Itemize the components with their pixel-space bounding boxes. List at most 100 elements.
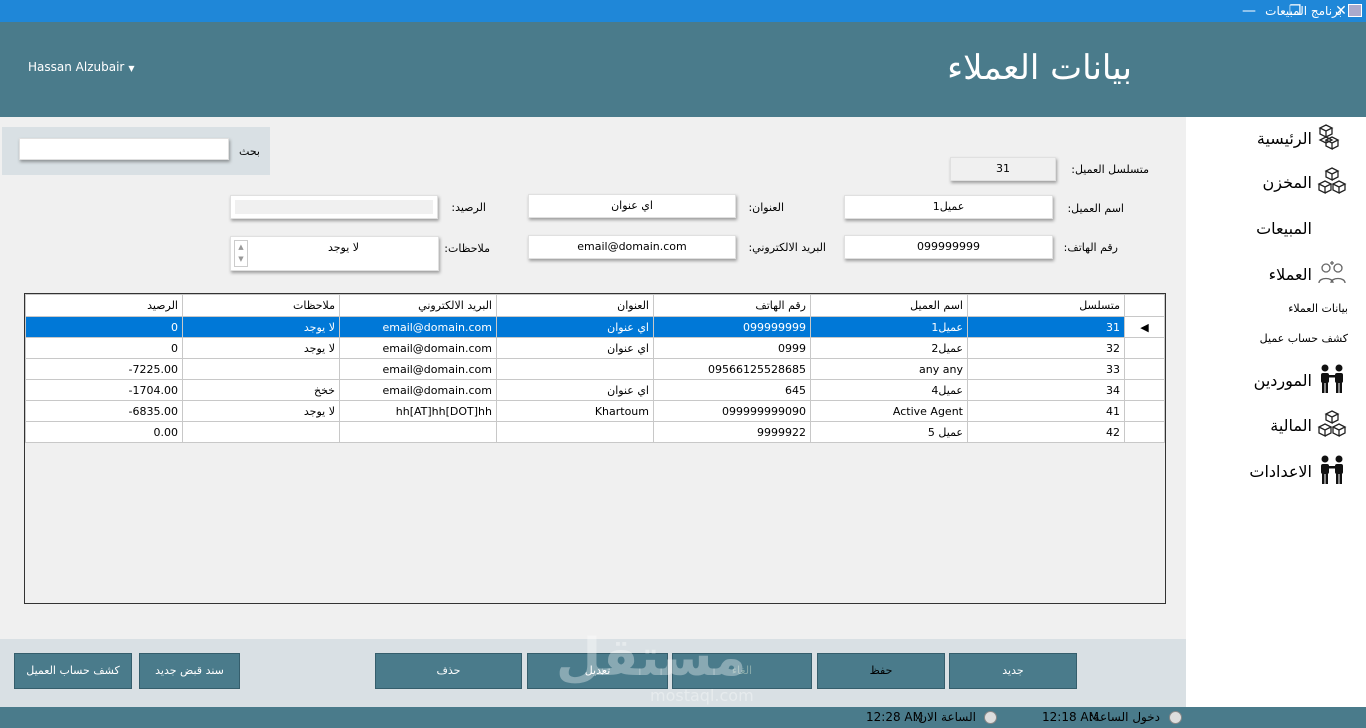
- table-cell[interactable]: عميل2: [810, 337, 968, 359]
- table-cell[interactable]: 42: [967, 421, 1125, 443]
- table-cell[interactable]: 31: [967, 316, 1125, 338]
- row-header[interactable]: [1124, 400, 1165, 422]
- user-menu[interactable]: Hassan Alzubair ▼: [28, 60, 135, 74]
- phone-field[interactable]: 099999999: [844, 235, 1053, 259]
- table-cell[interactable]: 099999999090: [653, 400, 811, 422]
- table-cell[interactable]: [496, 421, 654, 443]
- table-cell[interactable]: email@domain.com: [339, 358, 497, 380]
- sidebar-item-store[interactable]: المخزن: [1263, 173, 1312, 192]
- table-cell[interactable]: 09566125528685: [653, 358, 811, 380]
- header: Hassan Alzubair ▼ بيانات العملاء: [0, 22, 1366, 117]
- sidebar-item-finance[interactable]: المالية: [1270, 416, 1312, 435]
- customer-statement-button[interactable]: كشف حساب العميل: [14, 653, 132, 689]
- table-cell[interactable]: 41: [967, 400, 1125, 422]
- table-cell[interactable]: -6835.00: [25, 400, 183, 422]
- table-cell[interactable]: عميل1: [810, 316, 968, 338]
- address-field[interactable]: اي عنوان: [528, 194, 736, 218]
- row-header[interactable]: [1124, 379, 1165, 401]
- table-cell[interactable]: 0: [25, 316, 183, 338]
- table-cell[interactable]: 34: [967, 379, 1125, 401]
- table-cell[interactable]: [182, 358, 340, 380]
- table-cell[interactable]: لا يوجد: [182, 400, 340, 422]
- table-row[interactable]: -7225.00 email@domain.com 09566125528685 an…: [25, 358, 1165, 380]
- serial-field[interactable]: 31: [950, 157, 1056, 181]
- customers-grid[interactable]: الرصيد ملاحظات البريد الالكتروني العنوان رقم…: [24, 293, 1166, 604]
- minimize-button[interactable]: —: [1226, 0, 1272, 22]
- table-cell[interactable]: email@domain.com: [339, 316, 497, 338]
- table-cell[interactable]: 0999: [653, 337, 811, 359]
- table-cell[interactable]: 33: [967, 358, 1125, 380]
- column-header[interactable]: ملاحظات: [182, 294, 340, 317]
- table-cell[interactable]: any any: [810, 358, 968, 380]
- column-header[interactable]: الرصيد: [25, 294, 183, 317]
- table-cell[interactable]: اي عنوان: [496, 316, 654, 338]
- table-cell[interactable]: 9999922: [653, 421, 811, 443]
- column-header[interactable]: العنوان: [496, 294, 654, 317]
- column-header[interactable]: متسلسل: [967, 294, 1125, 317]
- balance-field: [230, 195, 438, 219]
- table-cell[interactable]: email@domain.com: [339, 379, 497, 401]
- new-receipt-button[interactable]: سند قبض جديد: [139, 653, 240, 689]
- column-header[interactable]: البريد الالكتروني: [339, 294, 497, 317]
- boxes-icon: [1316, 408, 1348, 440]
- table-cell[interactable]: عميل 5: [810, 421, 968, 443]
- row-header[interactable]: [1124, 337, 1165, 359]
- table-cell[interactable]: hh[AT]hh[DOT]hh: [339, 400, 497, 422]
- table-cell[interactable]: لا يوجد: [182, 316, 340, 338]
- delete-button[interactable]: حذف: [375, 653, 522, 689]
- email-field[interactable]: email@domain.com: [528, 235, 736, 259]
- new-button[interactable]: جديد: [949, 653, 1077, 689]
- submenu-customer-statement[interactable]: كشف حساب عميل: [1260, 332, 1348, 345]
- search-input[interactable]: [19, 138, 229, 160]
- row-header-corner: [1124, 294, 1165, 317]
- table-row[interactable]: 0 لا يوجد email@domain.com اي عنوان 0999 عميل…: [25, 337, 1165, 359]
- user-name: Hassan Alzubair: [28, 60, 125, 74]
- table-cell[interactable]: 099999999: [653, 316, 811, 338]
- notes-value: لا يوجد: [327, 241, 360, 254]
- table-cell[interactable]: لا يوجد: [182, 337, 340, 359]
- maximize-button[interactable]: ❐: [1272, 0, 1318, 22]
- sidebar-item-customers[interactable]: العملاء: [1269, 265, 1312, 284]
- boxes-icon: [1316, 121, 1348, 153]
- table-row[interactable]: -6835.00 لا يوجد hh[AT]hh[DOT]hh Khartoum 09…: [25, 400, 1165, 422]
- table-row[interactable]: -1704.00 خخخ email@domain.com اي عنوان 645 عم…: [25, 379, 1165, 401]
- table-cell[interactable]: Khartoum: [496, 400, 654, 422]
- balance-label: الرصيد:: [451, 201, 486, 214]
- table-cell[interactable]: 0.00: [25, 421, 183, 443]
- column-header[interactable]: اسم العميل: [810, 294, 968, 317]
- title-bar: برنامج المبيعات — ❐ ✕: [0, 0, 1366, 22]
- table-cell[interactable]: Active Agent: [810, 400, 968, 422]
- table-cell[interactable]: 0: [25, 337, 183, 359]
- row-header[interactable]: [1124, 421, 1165, 443]
- table-cell[interactable]: [182, 421, 340, 443]
- table-cell[interactable]: خخخ: [182, 379, 340, 401]
- table-cell[interactable]: اي عنوان: [496, 337, 654, 359]
- sidebar-item-home[interactable]: الرئيسية: [1257, 129, 1312, 148]
- sidebar-item-suppliers[interactable]: الموردين: [1254, 371, 1312, 390]
- sidebar-item-sales[interactable]: المبيعات: [1256, 219, 1312, 238]
- save-button[interactable]: حفظ: [817, 653, 945, 689]
- table-cell[interactable]: -7225.00: [25, 358, 183, 380]
- table-cell[interactable]: -1704.00: [25, 379, 183, 401]
- name-field[interactable]: عميل1: [844, 195, 1053, 219]
- notes-field[interactable]: ▲ ▼ لا يوجد: [230, 236, 439, 271]
- table-cell[interactable]: عميل4: [810, 379, 968, 401]
- table-cell[interactable]: [496, 358, 654, 380]
- notes-scrollbar[interactable]: ▲ ▼: [234, 240, 248, 267]
- submenu-customer-data[interactable]: بيانات العملاء: [1288, 302, 1348, 315]
- table-cell[interactable]: 32: [967, 337, 1125, 359]
- row-pointer-icon[interactable]: ◀: [1124, 316, 1165, 338]
- table-cell[interactable]: email@domain.com: [339, 337, 497, 359]
- table-cell[interactable]: [339, 421, 497, 443]
- table-cell[interactable]: 645: [653, 379, 811, 401]
- close-button[interactable]: ✕: [1318, 0, 1364, 22]
- table-row[interactable]: 0.00 9999922 عميل 5 42: [25, 421, 1165, 443]
- row-header[interactable]: [1124, 358, 1165, 380]
- sidebar-item-settings[interactable]: الاعدادات: [1249, 462, 1312, 481]
- clock-icon: [984, 711, 997, 724]
- table-row[interactable]: 0 لا يوجد email@domain.com اي عنوان 09999999…: [25, 316, 1165, 338]
- table-cell[interactable]: اي عنوان: [496, 379, 654, 401]
- login-time: 12:18 AM: [1042, 710, 1099, 724]
- search-panel: بحث: [2, 127, 270, 175]
- column-header[interactable]: رقم الهاتف: [653, 294, 811, 317]
